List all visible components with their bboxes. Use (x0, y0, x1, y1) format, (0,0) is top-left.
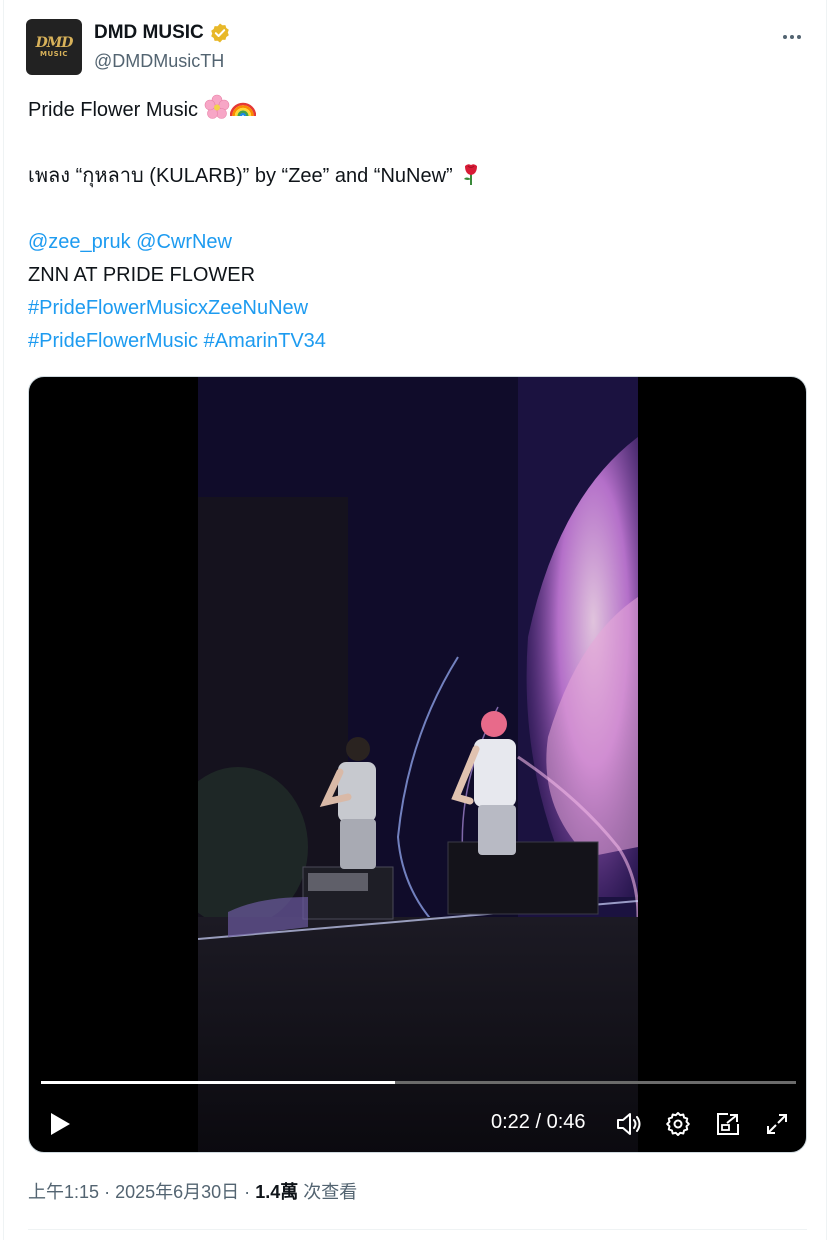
user-handle[interactable]: @DMDMusicTH (94, 51, 224, 72)
post-date[interactable]: 2025年6月30日 (115, 1182, 239, 1202)
popout-icon (717, 1113, 739, 1135)
tweet-line-6: #PrideFlowerMusic #AmarinTV34 (28, 325, 798, 358)
verified-badge-icon (210, 23, 229, 43)
display-name[interactable]: DMD MUSIC (94, 22, 204, 44)
more-options-button[interactable] (778, 25, 806, 49)
tweet-line-4: ZNN AT PRIDE FLOWER (28, 264, 256, 286)
video-progress-bar[interactable] (41, 1081, 796, 1084)
volume-icon (617, 1113, 641, 1135)
mention-link[interactable]: @zee_pruk (28, 231, 131, 253)
hashtag-link[interactable]: #PrideFlowerMusic (28, 330, 198, 352)
name-row: DMD MUSIC (94, 22, 231, 44)
play-button[interactable] (43, 1107, 77, 1141)
tweet-line-3: @zee_pruk @CwrNew (28, 226, 798, 259)
divider (28, 1229, 807, 1230)
meta-separator: · (104, 1182, 111, 1202)
view-label: 次查看 (303, 1182, 358, 1202)
settings-gear-icon (666, 1112, 690, 1136)
tweet-line-2: เพลง “กุหลาบ (KULARB)” by “Zee” and “NuN… (28, 160, 798, 193)
view-count: 1.4萬 (255, 1182, 299, 1202)
meta-separator: · (244, 1182, 251, 1202)
tweet-line-5: #PrideFlowerMusicxZeeNuNew (28, 292, 798, 325)
more-dot-icon (797, 35, 801, 39)
popout-button[interactable] (711, 1107, 745, 1141)
post-time[interactable]: 上午1:15 (28, 1182, 99, 1202)
fullscreen-icon (767, 1114, 787, 1134)
more-dot-icon (783, 35, 787, 39)
volume-button[interactable] (612, 1107, 646, 1141)
cherry-blossom-icon (204, 94, 229, 119)
settings-button[interactable] (661, 1107, 695, 1141)
avatar-logo-text: DMD (35, 34, 74, 51)
video-time: 0:22 / 0:46 (491, 1111, 586, 1134)
tweet-line-1: Pride Flower Music (28, 94, 798, 127)
video-player[interactable]: 0:22 / 0:46 (28, 376, 807, 1153)
tweet-card: DMD MUSIC DMD MUSIC @DMDMusicTH Pride Fl… (3, 0, 827, 1240)
video-frame[interactable] (198, 377, 638, 1152)
avatar[interactable]: DMD MUSIC (26, 19, 82, 75)
fullscreen-button[interactable] (760, 1107, 794, 1141)
rose-icon (464, 164, 478, 185)
current-time: 0:22 (491, 1111, 530, 1133)
play-icon (51, 1113, 70, 1135)
song-description: เพลง “กุหลาบ (KULARB)” by “Zee” and “NuN… (28, 165, 453, 187)
concert-video-image (198, 377, 638, 1152)
hashtag-link[interactable]: #AmarinTV34 (204, 330, 326, 352)
avatar-logo-subtext: MUSIC (40, 49, 68, 58)
tweet-title: Pride Flower Music (28, 99, 199, 121)
tweet-text: Pride Flower Music เพลง “กุหลาบ (KULARB)… (28, 94, 798, 358)
video-progress-fill (41, 1081, 396, 1084)
tweet-header: DMD MUSIC DMD MUSIC @DMDMusicTH (26, 19, 806, 77)
hashtag-link[interactable]: #PrideFlowerMusicxZeeNuNew (28, 297, 308, 319)
duration: 0:46 (546, 1111, 586, 1133)
more-dot-icon (790, 35, 794, 39)
tweet-meta: 上午1:15 · 2025年6月30日 · 1.4萬 次查看 (28, 1178, 357, 1204)
mention-link[interactable]: @CwrNew (136, 231, 232, 253)
time-separator: / (535, 1111, 542, 1133)
rainbow-icon (229, 102, 256, 117)
